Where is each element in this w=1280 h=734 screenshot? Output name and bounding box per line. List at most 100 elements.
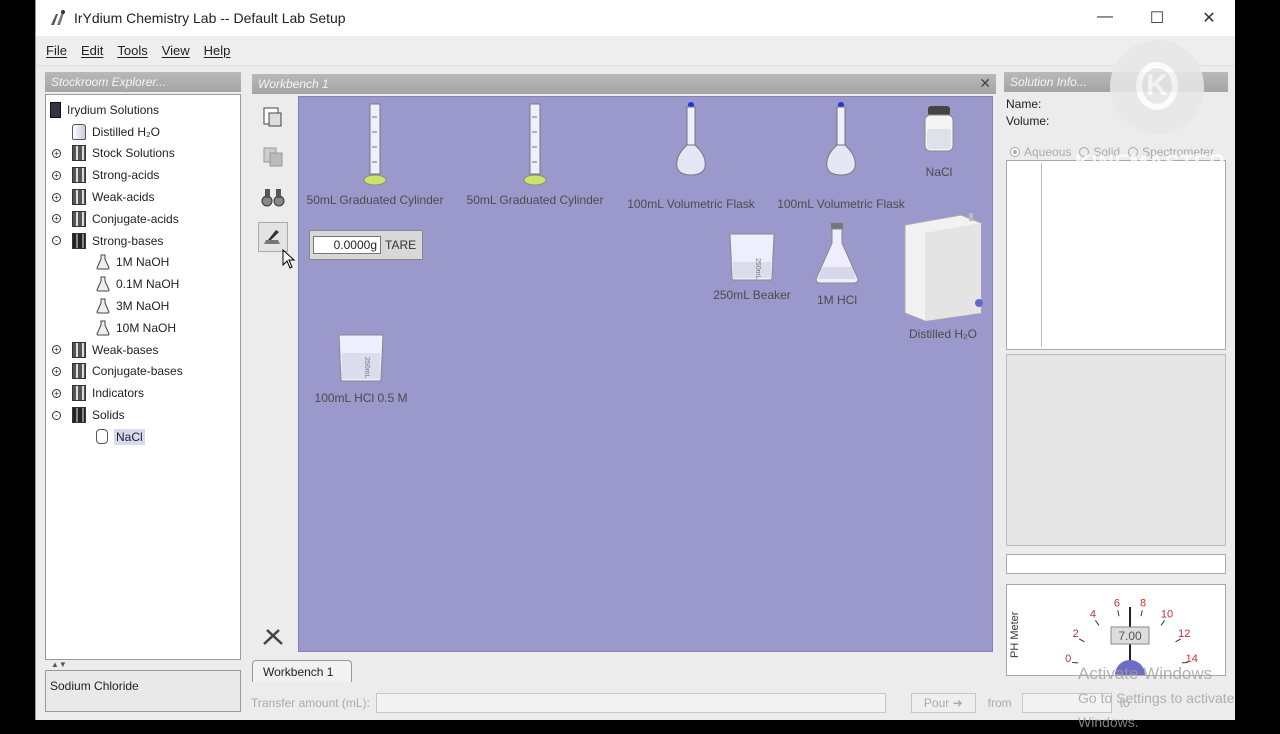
nacl-jar[interactable]: NaCl (914, 105, 964, 179)
tree-item[interactable]: + Indicators (46, 382, 240, 404)
hcl-flask[interactable]: 1M HCl (807, 221, 867, 307)
tree-item[interactable]: 0.1M NaOH (46, 273, 240, 295)
pour-button[interactable]: Pour ➜ (911, 693, 976, 713)
tree-item[interactable]: + Weak-acids (46, 186, 240, 208)
bottle-icon (72, 124, 86, 140)
beaker-hcl-05m[interactable]: 250mL 100mL HCl 0.5 M (311, 331, 411, 405)
radio-aqueous[interactable] (1010, 147, 1020, 157)
app-icon (48, 8, 68, 28)
graduated-cylinder-2[interactable]: 50mL Graduated Cylinder (465, 102, 605, 207)
mouse-cursor-icon (282, 249, 296, 269)
ph-tick-mark (1161, 620, 1165, 625)
tree-item[interactable]: 1M NaOH (46, 252, 240, 274)
menu-edit[interactable]: Edit (81, 43, 103, 58)
solution-field (1006, 554, 1226, 574)
tree-item[interactable]: +Weak-bases (46, 339, 240, 361)
tree-item[interactable]: +Conjugate-bases (46, 361, 240, 383)
splitter-arrows[interactable]: ▲▼ (45, 660, 241, 670)
tree-item-label: Irydium Solutions (67, 103, 159, 117)
tool-column (252, 94, 296, 654)
expand-toggle-icon[interactable]: + (52, 149, 61, 158)
volumetric-flask-2[interactable]: 100mL Volumetric Flask (771, 101, 911, 211)
tree-item-label: 1M NaOH (116, 255, 169, 269)
window-title: IrYdium Chemistry Lab -- Default Lab Set… (74, 10, 346, 26)
expand-toggle-icon[interactable]: - (52, 411, 61, 420)
shelf-icon (72, 385, 86, 401)
volumetric-flask-icon (821, 101, 861, 179)
tree-item[interactable]: +Stock Solutions (46, 143, 240, 165)
graduated-cylinder-icon (360, 102, 390, 187)
distilled-water-carboy[interactable]: Distilled H₂O (895, 209, 991, 341)
tab-workbench-1[interactable]: Workbench 1 (252, 660, 352, 682)
ph-tick-label: 10 (1161, 608, 1173, 620)
tree-item-label: Indicators (92, 386, 144, 400)
ph-tick-mark (1095, 620, 1099, 625)
tree-item[interactable]: +Conjugate-acids (46, 208, 240, 230)
jar-icon (96, 429, 108, 444)
ph-tick-label: 8 (1140, 597, 1146, 609)
solution-detail-area (1006, 354, 1226, 546)
beaker-icon: 250mL (726, 230, 778, 282)
tree-item-label: Solids (92, 408, 125, 422)
tree-item[interactable]: Irydium Solutions (46, 99, 240, 121)
menu-view[interactable]: View (162, 43, 190, 58)
tree-item[interactable]: - Strong-bases (46, 230, 240, 252)
tree-item-label: Strong-bases (92, 234, 163, 248)
watermark-text: KINEMASTER (1075, 150, 1225, 176)
flask-icon (96, 298, 110, 314)
menu-tools[interactable]: Tools (117, 43, 147, 58)
expand-toggle-icon[interactable]: + (52, 193, 61, 202)
expand-toggle-icon[interactable]: + (52, 171, 61, 180)
title-bar: IrYdium Chemistry Lab -- Default Lab Set… (36, 0, 1235, 36)
ph-tick-label: 12 (1178, 628, 1190, 640)
close-button[interactable]: ✕ (1183, 8, 1235, 28)
tree-item[interactable]: +Strong-acids (46, 164, 240, 186)
expand-toggle-icon[interactable]: + (52, 345, 61, 354)
menu-file[interactable]: File (46, 43, 67, 58)
tree-item[interactable]: Distilled H₂O (46, 121, 240, 143)
graduated-cylinder-1[interactable]: 50mL Graduated Cylinder (305, 102, 445, 207)
tree-item[interactable]: - Solids (46, 404, 240, 426)
tare-button[interactable]: TARE (385, 238, 416, 252)
tree-item-label: 3M NaOH (116, 299, 169, 313)
balance-tool-icon[interactable] (258, 222, 288, 252)
erlenmeyer-flask-icon (812, 221, 862, 285)
new-item-icon[interactable] (258, 102, 288, 132)
workbench-header: Workbench 1 (258, 77, 329, 91)
tree-item[interactable]: NaCl (46, 426, 240, 448)
workbench-area[interactable]: 50mL Graduated Cylinder 50mL Graduated C… (298, 96, 993, 652)
menu-help[interactable]: Help (204, 43, 231, 58)
transfer-amount-input[interactable] (376, 693, 886, 713)
transfer-tool-icon[interactable] (258, 622, 288, 652)
stockroom-header: Stockroom Explorer... (45, 72, 241, 92)
expand-toggle-icon[interactable]: - (52, 236, 61, 245)
minimize-button[interactable]: — (1079, 8, 1131, 28)
flask-icon (96, 276, 110, 292)
stockroom-explorer: Stockroom Explorer... Irydium Solutions D… (45, 72, 241, 660)
flask-icon (96, 254, 110, 270)
shelf-icon (72, 342, 86, 358)
expand-toggle-icon[interactable]: + (52, 389, 61, 398)
expand-toggle-icon[interactable]: + (52, 214, 61, 223)
shelf-icon (72, 407, 86, 423)
copy-icon[interactable] (258, 142, 288, 172)
workbench-panel: Workbench 1 ✕ 50mL Gra (252, 74, 996, 682)
ph-tick-mark (1079, 639, 1084, 642)
beaker-250ml[interactable]: 250mL 250mL Beaker (707, 230, 797, 302)
tree-item[interactable]: 3M NaOH (46, 295, 240, 317)
from-label: from (988, 696, 1012, 710)
binoculars-icon[interactable] (258, 182, 288, 212)
maximize-button[interactable]: ☐ (1131, 8, 1183, 28)
volumetric-flask-1[interactable]: 100mL Volumetric Flask (621, 101, 761, 211)
kinemaster-logo: K (1110, 40, 1204, 134)
tree-item-label: Weak-acids (92, 190, 154, 204)
item-description: Sodium Chloride (45, 670, 241, 712)
ph-tick-label: 0 (1065, 653, 1071, 665)
ph-tick-mark (1118, 610, 1119, 616)
expand-toggle-icon[interactable]: + (52, 367, 61, 376)
activate-windows-notice: Activate Windows Go to Settings to activ… (1078, 662, 1280, 734)
workbench-close-icon[interactable]: ✕ (979, 75, 991, 92)
digital-balance[interactable]: 0.0000g TARE (309, 230, 423, 260)
tree-item[interactable]: 10M NaOH (46, 317, 240, 339)
water-carboy-icon (899, 209, 987, 321)
